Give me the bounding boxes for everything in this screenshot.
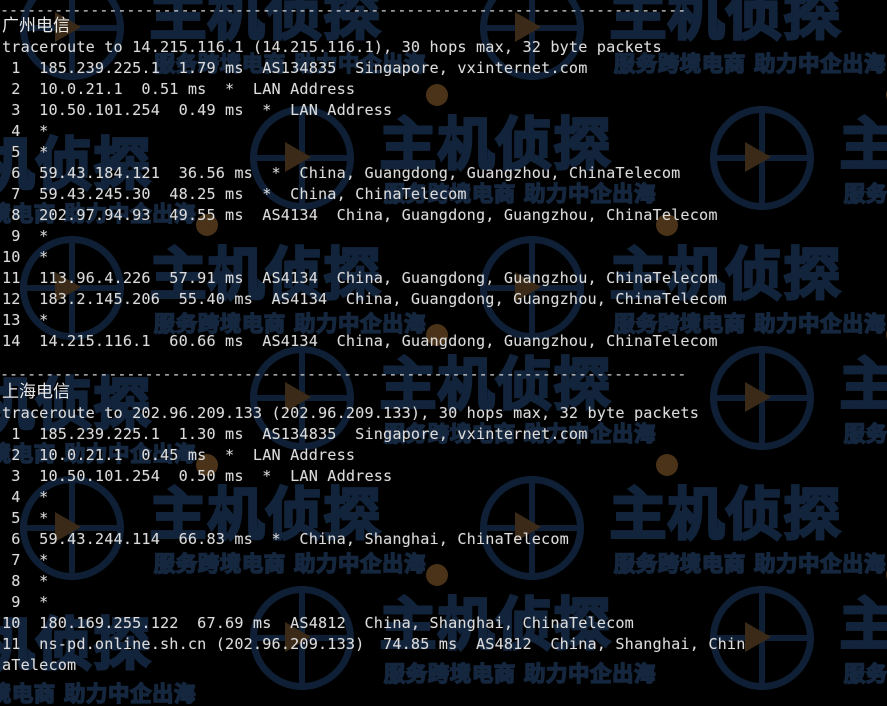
traceroute-hop-line: 3 10.50.101.254 0.49 ms * LAN Address	[2, 101, 393, 119]
section-title-0: 广州电信	[2, 16, 70, 36]
traceroute-hop-line: 6 59.43.184.121 36.56 ms * China, Guangd…	[2, 164, 681, 182]
traceroute-hop-line: 9 *	[2, 593, 49, 611]
traceroute-hop-line: 2 10.0.21.1 0.45 ms * LAN Address	[2, 446, 356, 464]
traceroute-hop-line: 10 *	[2, 248, 49, 266]
traceroute-hop-line: 11 113.96.4.226 57.91 ms AS4134 China, G…	[2, 269, 718, 287]
traceroute-hop-line: 13 *	[2, 311, 49, 329]
traceroute-hop-line: 1 185.239.225.1 1.30 ms AS134835 Singapo…	[2, 425, 588, 443]
traceroute-hop-line: 11 ns-pd.online.sh.cn (202.96.209.133) 7…	[2, 635, 746, 653]
traceroute-hop-line: 4 *	[2, 122, 49, 140]
traceroute-hop-line: 3 10.50.101.254 0.50 ms * LAN Address	[2, 467, 393, 485]
traceroute-hop-line: 1 185.239.225.1 1.79 ms AS134835 Singapo…	[2, 59, 588, 77]
traceroute-hop-line: 8 *	[2, 572, 49, 590]
traceroute-hop-line: 7 59.43.245.30 48.25 ms * China, ChinaTe…	[2, 185, 467, 203]
traceroute-hop-line: 9 *	[2, 227, 49, 245]
traceroute-hop-line: 4 *	[2, 488, 49, 506]
traceroute-hop-line: 6 59.43.244.114 66.83 ms * China, Shangh…	[2, 530, 569, 548]
separator-rule: ----------------------------------------…	[0, 365, 687, 383]
traceroute-command: traceroute to 202.96.209.133 (202.96.209…	[2, 404, 700, 422]
separator-rule: ----------------------------------------…	[0, 1, 687, 19]
traceroute-hop-line: 2 10.0.21.1 0.51 ms * LAN Address	[2, 80, 356, 98]
traceroute-hop-line: 5 *	[2, 509, 49, 527]
terminal-output: ----------------------------------------…	[0, 0, 887, 706]
traceroute-hop-line: 5 *	[2, 143, 49, 161]
traceroute-hop-line: 8 202.97.94.93 49.55 ms AS4134 China, Gu…	[2, 206, 718, 224]
traceroute-hop-line: aTelecom	[2, 656, 77, 674]
traceroute-hop-line: 14 14.215.116.1 60.66 ms AS4134 China, G…	[2, 332, 718, 350]
traceroute-hop-line: 10 180.169.255.122 67.69 ms AS4812 China…	[2, 614, 634, 632]
traceroute-hop-line: 7 *	[2, 551, 49, 569]
section-title-1: 上海电信	[2, 382, 70, 402]
traceroute-command: traceroute to 14.215.116.1 (14.215.116.1…	[2, 38, 662, 56]
traceroute-hop-line: 12 183.2.145.206 55.40 ms AS4134 China, …	[2, 290, 727, 308]
